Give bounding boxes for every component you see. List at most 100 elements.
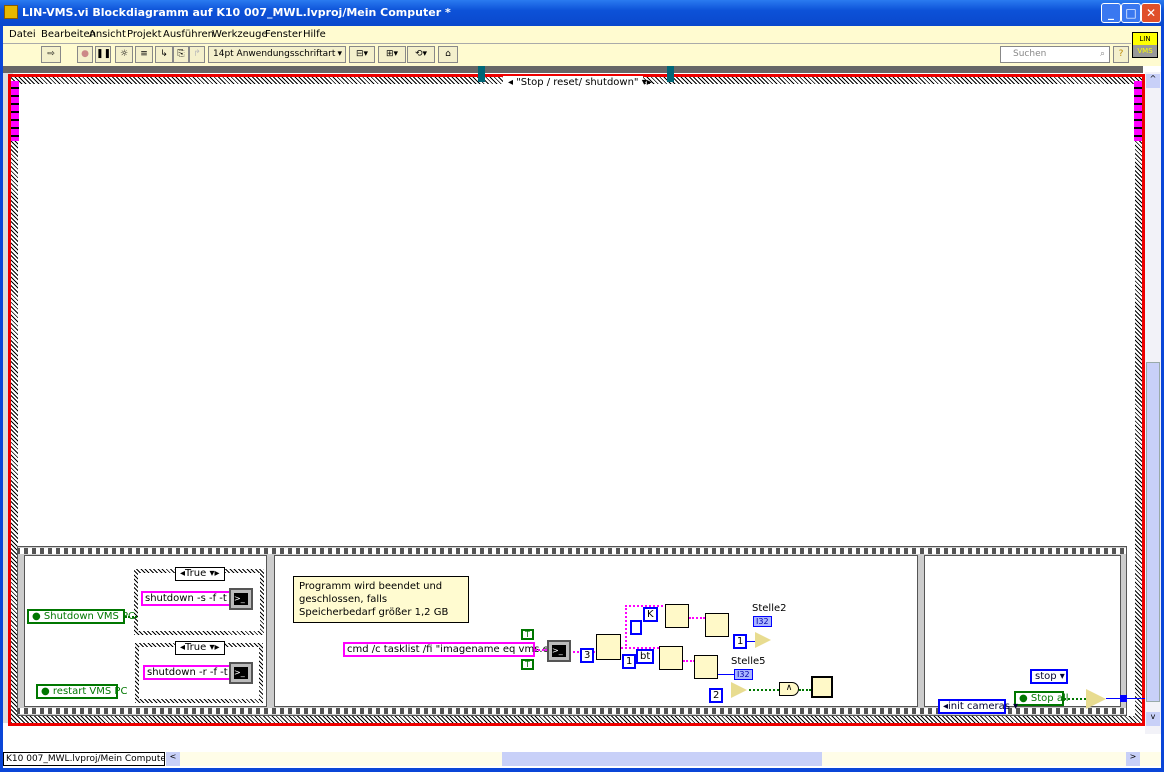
comment-label: Programm wird beendet und geschlossen, f… [293,576,469,623]
menu-werkzeuge[interactable]: Werkzeuge [212,29,268,40]
abort-icon[interactable]: ● [77,46,93,63]
film-top [18,548,1126,554]
match-pattern-node[interactable] [596,634,621,660]
numeric-constant-3[interactable]: 3 [580,648,595,663]
step-out-icon[interactable]: ↱ [189,46,205,63]
step-into-icon[interactable]: ↳ [155,46,173,63]
restart-enum-constant[interactable]: ● restart VMS PC [36,684,127,699]
reorder-icon[interactable]: ⟲▾ [407,46,435,63]
menu-datei[interactable]: Datei [9,29,36,40]
quit-labview-icon[interactable] [811,676,833,698]
menu-bearbeiten[interactable]: Bearbeiten [41,29,96,40]
system-exec-icon[interactable] [547,640,571,662]
select-node[interactable] [1086,689,1106,709]
scroll-up-icon[interactable]: ^ [1146,74,1160,88]
step-over-icon[interactable]: ⎘ [173,46,189,63]
search-split-string-node[interactable] [665,604,689,628]
menu-projekt[interactable]: Projekt [127,29,162,40]
enum-label: Shutdown VMS PC [43,611,136,622]
labview-app-icon [4,5,18,19]
numeric-wire [718,674,734,675]
shutdown-enum-constant[interactable]: ● Shutdown VMS PC [27,609,135,624]
numeric-constant-2[interactable]: 2 [709,688,724,703]
case-selector-label: True [185,568,207,579]
right-tunnels [1134,81,1142,141]
align-icon[interactable]: ⊟▾ [349,46,375,63]
maximize-button[interactable]: □ [1121,3,1141,23]
string-wire [689,617,705,619]
wire [125,616,137,618]
init-cameras-enum-constant[interactable]: ◂init cameras ▾ [938,699,1018,714]
shutdown-command-string[interactable]: shutdown -s -f -t 0 [141,591,241,606]
and-node[interactable]: ∧ [779,682,799,696]
help-icon[interactable]: ? [1113,46,1129,63]
vi-icon: LIN VMS [1132,32,1158,58]
scroll-down-icon[interactable]: v [1146,712,1160,726]
system-exec-icon[interactable] [229,662,253,684]
enum-label: Stop all [1030,693,1069,704]
context-label: K10 007_MWL.lvproj/Mein Computer [3,752,165,766]
menu-and-toolbar: Datei Bearbeiten Ansicht Projekt Ausführ… [3,26,1161,66]
boolean-true-constant[interactable]: T [521,629,534,640]
stelle5-label: Stelle5 [731,656,766,667]
stop-enum-constant[interactable]: stop ▾ [1030,669,1068,684]
greater-than-node[interactable] [731,682,747,698]
run-arrow-icon[interactable]: ⇨ [41,46,61,63]
scrollbar-thumb[interactable] [502,752,822,766]
stelle2-indicator[interactable]: I32 [753,616,772,627]
menu-fenster[interactable]: Fenster [265,29,302,40]
search-input[interactable]: Suchen ⌕ [1000,46,1110,63]
font-label: 14pt Anwendungsschriftart [213,49,336,59]
pause-icon[interactable]: ❚❚ [95,46,111,63]
bt-constant[interactable]: bt [636,649,655,664]
boolean-wire [749,689,779,691]
case-selector-restart[interactable]: ◂True ▾▸ [175,641,225,655]
greater-than-node[interactable] [755,632,771,648]
scroll-right-icon[interactable]: > [1126,752,1140,766]
tunnel-marker [667,66,674,82]
stelle5-indicator[interactable]: I32 [734,669,753,680]
case-selector[interactable]: ◂ "Stop / reset/ shutdown" ▾▸ [503,76,652,90]
retain-wire-values-icon[interactable]: ≡ [135,46,153,63]
restart-command-string[interactable]: shutdown -r -f -t 0 [143,665,242,680]
k-constant[interactable]: K [643,607,658,622]
search-placeholder: Suchen [1013,49,1047,59]
stop-all-enum-constant[interactable]: ● Stop all [1014,691,1069,706]
diagram-top-bar [3,66,1143,73]
highlight-execution-icon[interactable]: ☼ [115,46,133,63]
sequence-frame-3 [924,555,1121,707]
horizontal-scrollbar[interactable]: < > [166,752,1161,766]
menu-ansicht[interactable]: Ansicht [89,29,126,40]
search-icon[interactable]: ⌕ [1100,47,1105,62]
chevron-down-icon: ▾ [337,49,342,59]
vertical-scrollbar[interactable]: ^ v [1145,72,1161,734]
case-selector-shutdown[interactable]: ◂True ▾▸ [175,567,225,581]
left-tunnels [11,81,19,141]
numeric-constant-1[interactable]: 1 [622,654,637,669]
scan-from-string-node[interactable] [694,655,718,679]
menu-hilfe[interactable]: Hilfe [303,29,326,40]
system-exec-icon[interactable] [229,588,253,610]
block-diagram[interactable]: ◂ "Stop / reset/ shutdown" ▾▸ ◂True ▾▸ s… [3,66,1161,736]
tasklist-command-string[interactable]: cmd /c tasklist /fi "imagename eq vms.ex… [343,642,565,657]
boolean-true-constant[interactable]: T [521,659,534,670]
minimize-button[interactable]: _ [1101,3,1121,23]
clean-diagram-icon[interactable]: ⌂ [438,46,458,63]
enum-label: restart VMS PC [52,686,128,697]
scroll-left-icon[interactable]: < [166,752,180,766]
close-button[interactable]: ✕ [1141,3,1161,23]
space-constant[interactable] [630,620,642,635]
status-area: K10 007_MWL.lvproj/Mein Computer < > [3,736,1161,768]
vi-icon-top: LIN [1133,33,1157,45]
scan-from-string-node[interactable] [705,613,729,637]
title-bar: LIN-VMS.vi Blockdiagramm auf K10 007_MWL… [0,0,1164,26]
enum-label: stop [1035,671,1057,682]
case-selector-label: True [185,642,207,653]
menu-ausfuehren[interactable]: Ausführen [163,29,214,40]
search-split-string-node[interactable] [659,646,683,670]
boolean-wire [1064,698,1086,700]
scrollbar-thumb[interactable] [1146,362,1160,702]
font-dropdown[interactable]: 14pt Anwendungsschriftart ▾ [208,46,346,63]
shift-register-tunnel [1120,695,1127,702]
distribute-icon[interactable]: ⊞▾ [378,46,406,63]
